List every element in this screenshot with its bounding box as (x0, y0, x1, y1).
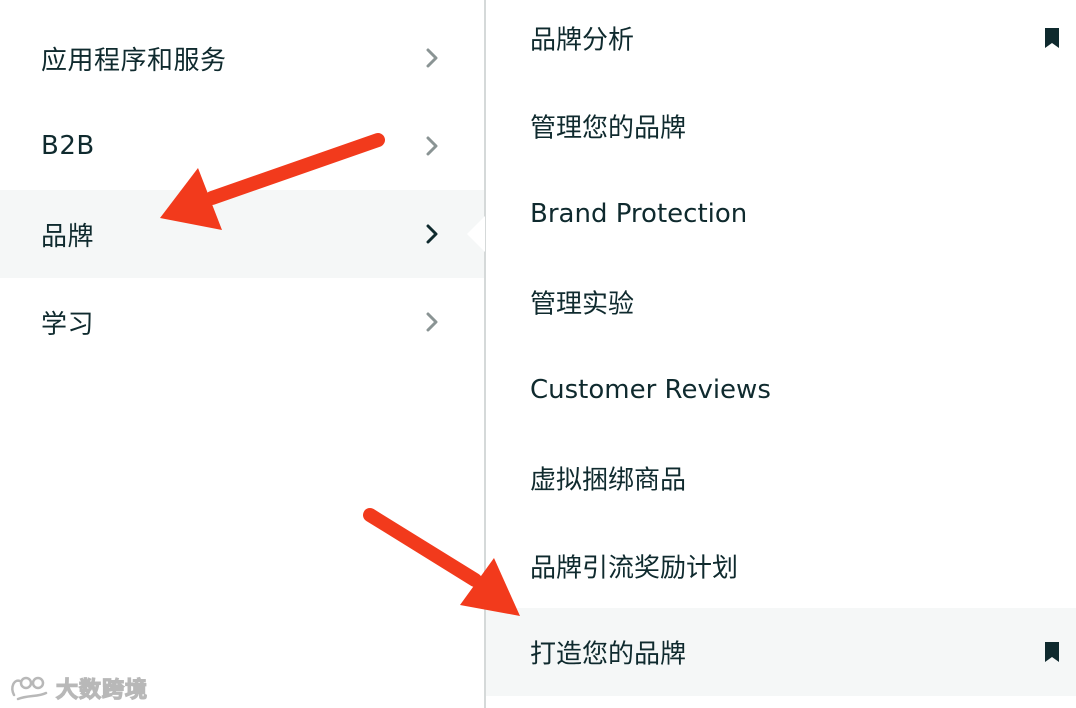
bookmark-icon[interactable] (1044, 641, 1060, 663)
watermark-logo-icon (8, 673, 50, 703)
left-item-label: 品牌 (41, 221, 95, 252)
submenu-pointer-notch (467, 216, 485, 252)
submenu-item-label: 打造您的品牌 (530, 639, 687, 670)
submenu-item-customer-reviews[interactable]: Customer Reviews (486, 346, 1076, 434)
menu-screenshot: 应用程序和服务 B2B 品牌 学习 品牌分析 管理您的品牌 Brand Prot… (0, 0, 1076, 708)
submenu-item-label: 品牌引流奖励计划 (530, 553, 739, 584)
left-item-label: 学习 (41, 309, 95, 340)
left-item-learn[interactable]: 学习 (0, 278, 484, 366)
left-item-b2b[interactable]: B2B (0, 102, 484, 190)
submenu-item-label: 管理实验 (530, 289, 635, 320)
submenu-item-label: 虚拟捆绑商品 (530, 465, 687, 496)
submenu-item-label: 管理您的品牌 (530, 113, 687, 144)
left-item-brand[interactable]: 品牌 (0, 190, 484, 278)
watermark-text: 大数跨境 (55, 677, 149, 703)
bookmark-icon[interactable] (1044, 27, 1060, 49)
submenu-item-virtual-bundles[interactable]: 虚拟捆绑商品 (486, 434, 1076, 522)
submenu-item-manage-experiments[interactable]: 管理实验 (486, 258, 1076, 346)
brand-submenu: 品牌分析 管理您的品牌 Brand Protection 管理实验 Custom… (486, 0, 1076, 708)
submenu-item-brand-protection[interactable]: Brand Protection (486, 170, 1076, 258)
chevron-right-icon (424, 224, 440, 244)
left-item-label: 应用程序和服务 (41, 45, 227, 76)
left-item-apps-services[interactable]: 应用程序和服务 (0, 14, 484, 102)
submenu-item-manage-brand[interactable]: 管理您的品牌 (486, 82, 1076, 170)
chevron-right-icon (424, 312, 440, 332)
submenu-item-brand-analytics[interactable]: 品牌分析 (486, 0, 1076, 82)
left-item-label: B2B (41, 131, 95, 161)
submenu-item-label: Brand Protection (530, 199, 748, 229)
watermark: 大数跨境 (8, 672, 148, 704)
chevron-right-icon (424, 48, 440, 68)
left-navigation-menu: 应用程序和服务 B2B 品牌 学习 (0, 0, 484, 708)
submenu-item-brand-referral-bonus[interactable]: 品牌引流奖励计划 (486, 522, 1076, 610)
chevron-right-icon (424, 136, 440, 156)
submenu-item-label: 品牌分析 (530, 25, 635, 56)
submenu-item-build-your-brand[interactable]: 打造您的品牌 (486, 608, 1076, 696)
submenu-item-label: Customer Reviews (530, 375, 771, 405)
